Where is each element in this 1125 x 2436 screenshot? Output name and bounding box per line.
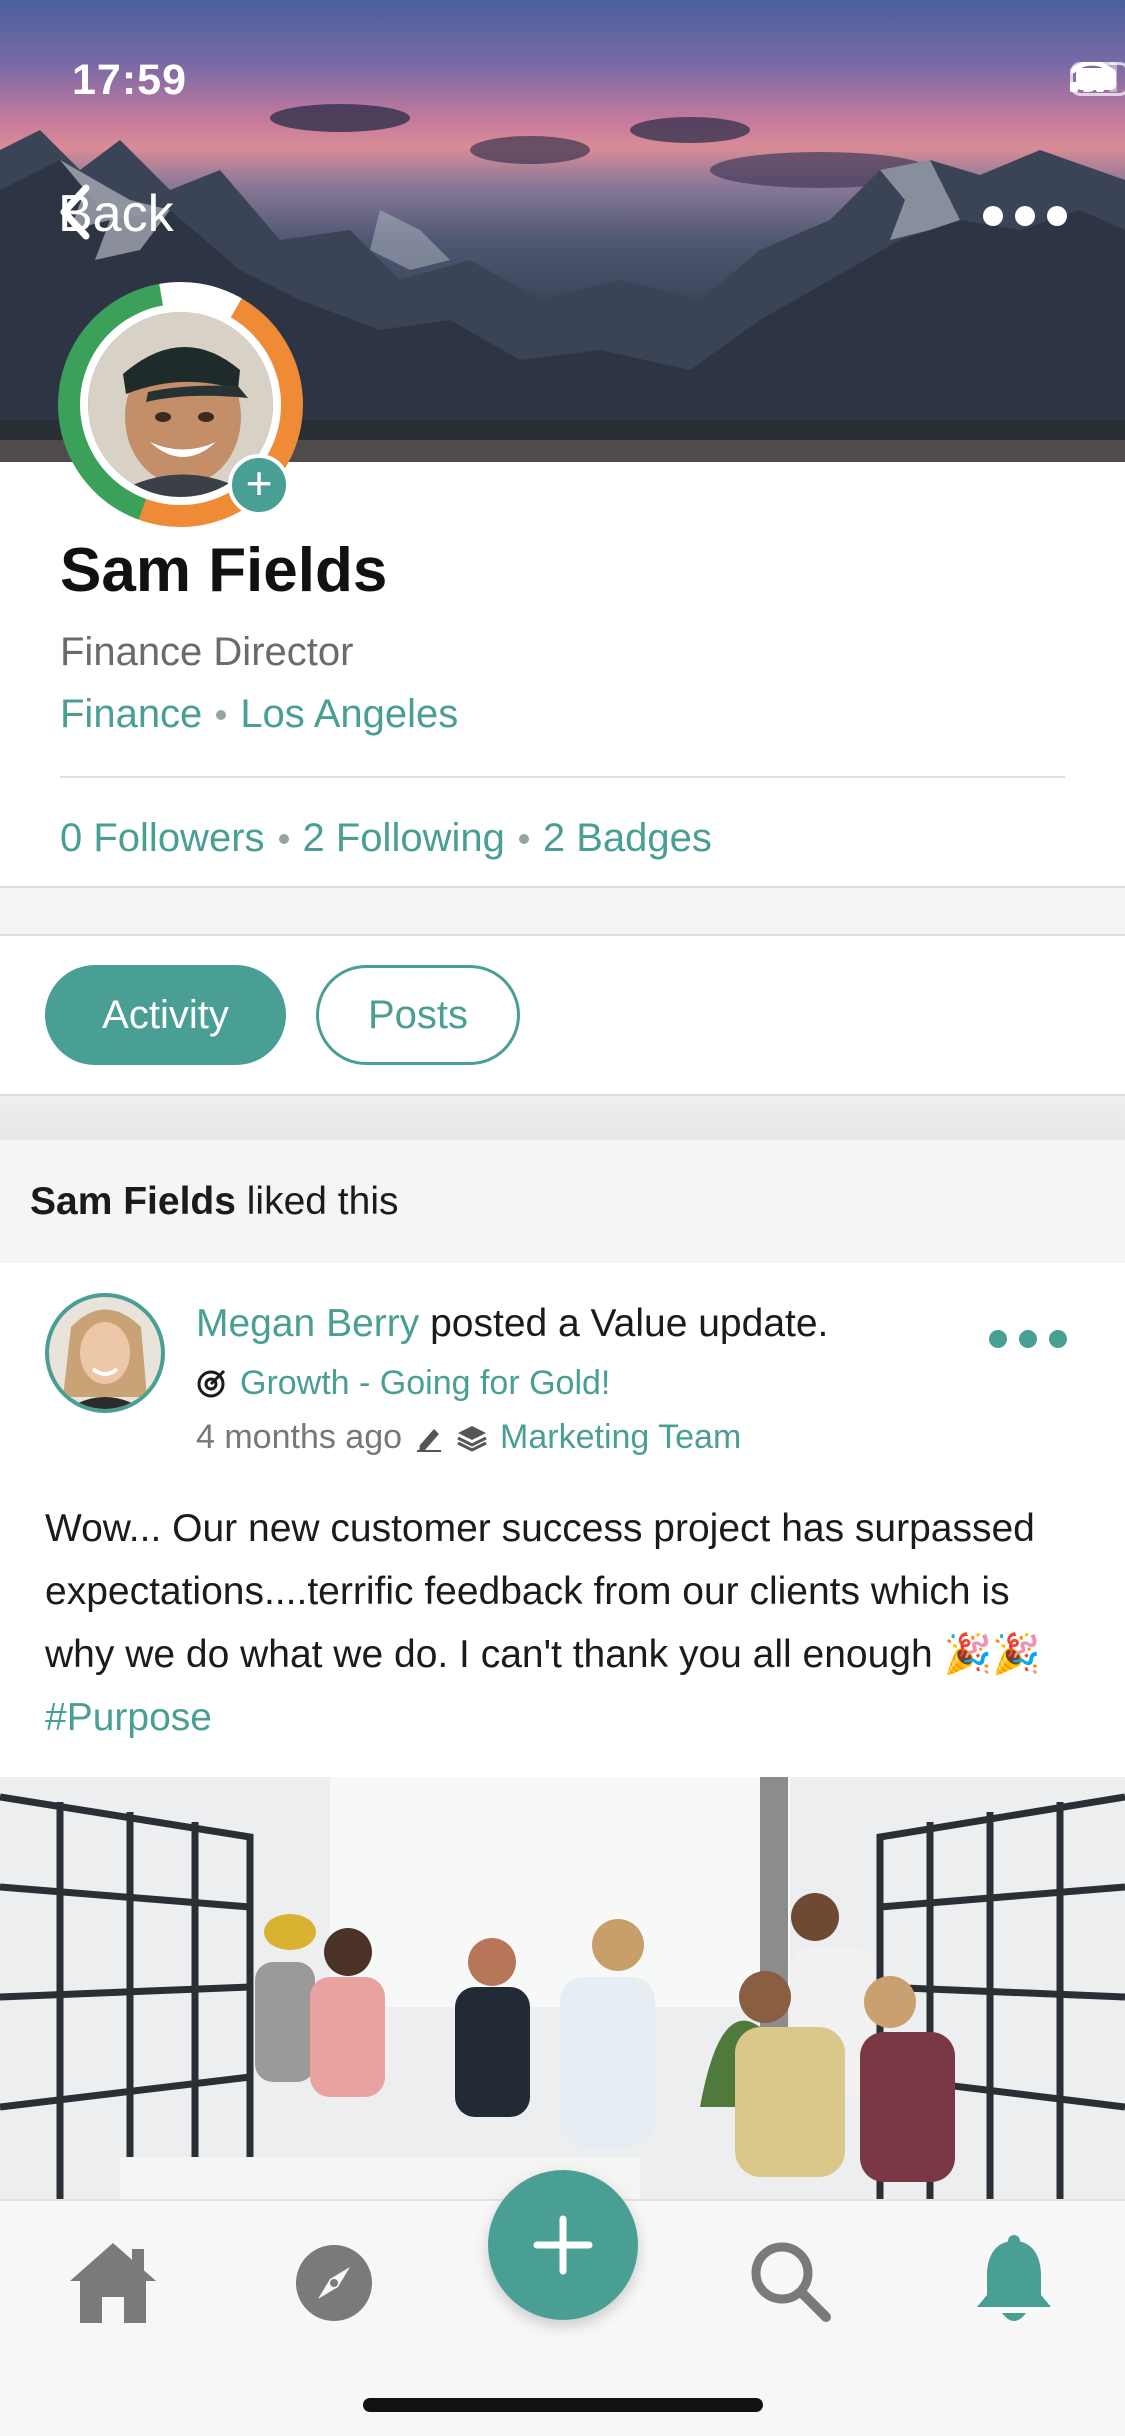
profile-meta: Finance Los Angeles — [60, 692, 458, 737]
more-dot — [1047, 206, 1067, 226]
back-button[interactable]: Back — [58, 184, 174, 244]
location-link[interactable]: Los Angeles — [240, 692, 458, 737]
create-post-button[interactable] — [488, 2170, 638, 2320]
post-image[interactable] — [0, 1777, 1125, 2199]
add-photo-button[interactable]: + — [228, 454, 290, 516]
post-time: 4 months ago — [196, 1418, 403, 1456]
separator-dot — [518, 833, 529, 844]
profile-title: Finance Director — [60, 630, 354, 674]
post-value[interactable]: Growth - Going for Gold! — [196, 1364, 610, 1403]
battery-icon — [1070, 62, 1125, 96]
activity-header: Sam Fields liked this — [0, 1140, 1125, 1263]
notifications-tab[interactable] — [975, 2235, 1053, 2332]
post-author-link[interactable]: Megan Berry — [196, 1302, 419, 1345]
more-dot — [1019, 1330, 1037, 1348]
author-portrait — [49, 1297, 161, 1409]
home-icon — [70, 2243, 156, 2323]
section-gap — [0, 887, 1125, 935]
more-dot — [1049, 1330, 1067, 1348]
post-author-avatar[interactable] — [45, 1293, 165, 1413]
more-dot — [983, 206, 1003, 226]
profile-tabs: Activity Posts — [45, 965, 520, 1065]
search-tab[interactable] — [748, 2239, 832, 2328]
profile-stats: 0 Followers 2 Following 2 Badges — [60, 816, 712, 861]
profile-avatar[interactable]: + — [23, 247, 338, 562]
post-more-button[interactable] — [989, 1330, 1067, 1348]
post-headline: Megan Berry posted a Value update. — [196, 1302, 828, 1346]
liked-user[interactable]: Sam Fields — [30, 1180, 236, 1223]
home-indicator — [363, 2398, 763, 2412]
liked-suffix: liked this — [235, 1180, 399, 1223]
post-body: Wow... Our new customer success project … — [45, 1497, 1085, 1749]
target-icon — [197, 1369, 226, 1397]
search-icon — [751, 2242, 831, 2322]
chevron-left-icon — [60, 184, 90, 240]
layers-icon — [457, 1425, 487, 1452]
separator-dot — [216, 709, 227, 720]
badges-link[interactable]: 2 Badges — [543, 816, 712, 861]
post-team-link[interactable]: Marketing Team — [500, 1418, 741, 1457]
more-dot — [989, 1330, 1007, 1348]
post-meta: 4 months ago Marketing Team — [196, 1418, 741, 1457]
team-meeting-photo — [0, 1777, 1125, 2199]
status-time: 17:59 — [72, 56, 187, 104]
plus-icon — [533, 2215, 593, 2275]
home-tab[interactable] — [66, 2239, 160, 2330]
department-link[interactable]: Finance — [60, 692, 202, 737]
divider — [60, 776, 1065, 778]
profile-name: Sam Fields — [60, 536, 388, 605]
edit-icon — [417, 1428, 442, 1452]
compass-icon — [296, 2245, 372, 2321]
followers-link[interactable]: 0 Followers — [60, 816, 265, 861]
post-value-link[interactable]: Growth - Going for Gold! — [240, 1364, 610, 1403]
post-action: posted a Value update. — [419, 1302, 829, 1345]
more-options-button[interactable] — [983, 206, 1067, 226]
explore-tab[interactable] — [294, 2243, 374, 2328]
following-link[interactable]: 2 Following — [303, 816, 505, 861]
liked-text: Sam Fields liked this — [30, 1180, 399, 1224]
separator-dot — [278, 833, 289, 844]
bell-icon — [977, 2235, 1051, 2321]
tab-activity[interactable]: Activity — [45, 965, 286, 1065]
more-dot — [1015, 206, 1035, 226]
tab-posts[interactable]: Posts — [316, 965, 520, 1065]
section-gap — [0, 1095, 1125, 1140]
post-text: Wow... Our new customer success project … — [45, 1507, 1041, 1676]
hashtag-link[interactable]: #Purpose — [45, 1696, 212, 1739]
